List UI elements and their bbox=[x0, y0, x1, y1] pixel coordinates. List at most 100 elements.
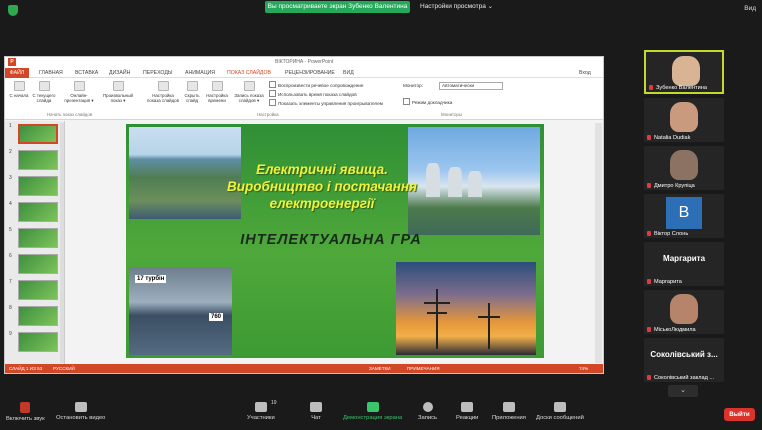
avatar: В bbox=[666, 197, 702, 229]
slide-thumbnail[interactable]: 6 bbox=[9, 253, 63, 275]
hydro-station-photo: 17 турбін 760 bbox=[129, 267, 232, 355]
slide-thumbnail[interactable]: 5 bbox=[9, 227, 63, 249]
meeting-toolbar: Включить звук Остановить видео Участники… bbox=[0, 398, 762, 430]
group-monitors-label: Мониторы bbox=[441, 112, 463, 117]
participant-tile[interactable]: Зубенко Валентина bbox=[644, 50, 724, 94]
view-button[interactable]: Вид bbox=[744, 5, 756, 12]
power-lines-photo bbox=[396, 262, 536, 355]
reactions-icon bbox=[461, 402, 474, 412]
apps-icon bbox=[502, 402, 515, 412]
hide-slide-button[interactable]: Скрыть слайд bbox=[181, 81, 203, 103]
slide-scrollbar[interactable] bbox=[595, 123, 602, 363]
zoom-meeting-window: Вы просматриваете экран Зубенко Валентин… bbox=[0, 0, 762, 430]
custom-show-icon bbox=[112, 81, 124, 91]
from-current-button[interactable]: С текущего слайда bbox=[31, 81, 57, 103]
chat-button[interactable]: Чат bbox=[310, 402, 322, 421]
tab-transitions[interactable]: ПЕРЕХОДЫ bbox=[143, 70, 172, 76]
participant-tile[interactable]: МіськоЛюдмила bbox=[644, 290, 724, 334]
tab-file[interactable]: ФАЙЛ bbox=[5, 68, 29, 78]
thumbnails-scrollbar[interactable] bbox=[60, 123, 64, 363]
participant-tile[interactable]: Маргарита Маргарита bbox=[644, 242, 724, 286]
language-indicator: РУССКИЙ bbox=[53, 366, 75, 371]
tab-review[interactable]: РЕЦЕНЗИРОВАНИЕ bbox=[285, 70, 335, 76]
slide-subtitle: ІНТЕЛЕКТУАЛЬНА ГРА bbox=[240, 232, 422, 248]
comments-button[interactable]: ПРИМЕЧАНИЯ bbox=[407, 364, 440, 373]
ppt-title-bar: P ВІКТОРИНА - PowerPoint bbox=[5, 57, 603, 68]
participant-photo bbox=[670, 294, 698, 324]
record-icon bbox=[243, 81, 255, 91]
tab-insert[interactable]: ВСТАВКА bbox=[75, 70, 98, 76]
presenter-view-checkbox[interactable]: Режим докладчика bbox=[403, 98, 452, 105]
from-start-button[interactable]: С начала bbox=[9, 81, 29, 98]
screen-share-banner: Вы просматриваете экран Зубенко Валентин… bbox=[265, 1, 410, 13]
play-current-icon bbox=[38, 81, 50, 91]
unmute-button[interactable]: Включить звук bbox=[6, 402, 45, 422]
participant-tile[interactable]: Соколівський з... Соколівський заклад ..… bbox=[644, 338, 724, 382]
participant-photo bbox=[670, 102, 698, 132]
tab-animation[interactable]: АНИМАЦИЯ bbox=[185, 70, 215, 76]
share-screen-icon bbox=[366, 402, 379, 412]
reactions-button[interactable]: Реакции bbox=[456, 402, 478, 421]
stop-video-button[interactable]: Остановить видео bbox=[56, 402, 105, 421]
hide-slide-icon bbox=[186, 81, 198, 91]
timer-icon bbox=[211, 81, 223, 91]
setup-icon bbox=[157, 81, 169, 91]
participants-count: 19 bbox=[271, 400, 277, 406]
zoom-level[interactable]: 74% bbox=[579, 364, 588, 373]
slide-title: Електричні явища. Виробництво і постачан… bbox=[227, 162, 417, 211]
apps-button[interactable]: Приложения bbox=[492, 402, 526, 421]
notes-button[interactable]: ЗАМЕТКИ bbox=[369, 364, 391, 373]
participants-icon bbox=[254, 402, 267, 412]
signin-link[interactable]: Вход bbox=[579, 70, 591, 76]
rehearse-timings-button[interactable]: Настройка времени bbox=[203, 81, 231, 103]
online-present-button[interactable]: Онлайн-презентация ▾ bbox=[63, 81, 95, 103]
more-participants-chevron-icon[interactable]: ⌄ bbox=[668, 385, 698, 397]
slide-thumbnail[interactable]: 8 bbox=[9, 305, 63, 327]
monitor-label: Монитор: bbox=[403, 83, 423, 88]
security-shield-icon[interactable] bbox=[8, 5, 18, 16]
slide-thumbnail[interactable]: 3 bbox=[9, 175, 63, 197]
powerpoint-logo-icon: P bbox=[8, 58, 16, 66]
participant-name-display: Соколівський з... bbox=[650, 350, 718, 359]
mic-muted-icon bbox=[20, 402, 31, 413]
globe-icon bbox=[73, 81, 85, 91]
tab-design[interactable]: ДИЗАЙН bbox=[109, 70, 130, 76]
share-screen-button[interactable]: Демонстрация экрана bbox=[343, 402, 402, 421]
narration-checkbox[interactable]: Воспроизвести речевое сопровождение bbox=[269, 81, 363, 88]
slide-thumbnail[interactable]: 1 bbox=[9, 123, 63, 145]
participant-tile[interactable]: Natalia Dudiak bbox=[644, 98, 724, 142]
tab-slide-show[interactable]: ПОКАЗ СЛАЙДОВ bbox=[227, 70, 271, 76]
leave-button[interactable]: Выйти bbox=[724, 408, 755, 421]
record-icon bbox=[422, 402, 433, 412]
current-slide[interactable]: 17 турбін 760 Електричні явища. Виробниц… bbox=[126, 124, 544, 358]
participant-name-display: Маргарита bbox=[662, 254, 706, 263]
ppt-status-bar: СЛАЙД 1 ИЗ 53 РУССКИЙ ЗАМЕТКИ ПРИМЕЧАНИЯ… bbox=[5, 364, 603, 373]
custom-show-button[interactable]: Произвольный показ ▾ bbox=[99, 81, 137, 103]
record-show-button[interactable]: Запись показа слайдов ▾ bbox=[231, 81, 267, 103]
slide-thumbnail[interactable]: 9 bbox=[9, 331, 63, 353]
ppt-window-title: ВІКТОРИНА - PowerPoint bbox=[275, 59, 334, 65]
turbines-badge: 17 турбін bbox=[135, 275, 167, 283]
timings-checkbox[interactable]: Использовать время показа слайдов bbox=[269, 90, 357, 97]
participant-tile[interactable]: Дмитро Крупіца bbox=[644, 146, 724, 190]
tab-view[interactable]: ВИД bbox=[343, 70, 354, 76]
value-badge: 760 bbox=[209, 313, 224, 321]
record-button[interactable]: Запись bbox=[418, 402, 437, 421]
slide-thumbnails-pane[interactable]: 1 2 3 4 5 6 7 8 9 bbox=[5, 121, 65, 365]
slide-thumbnail[interactable]: 4 bbox=[9, 201, 63, 223]
view-options-button[interactable]: Настройки просмотра ⌄ bbox=[420, 1, 493, 13]
power-plant-photo bbox=[408, 127, 540, 235]
whiteboard-icon bbox=[553, 402, 566, 412]
participant-photo bbox=[672, 56, 700, 86]
participant-tile[interactable]: В Віктор Слонь bbox=[644, 194, 724, 238]
ppt-ribbon-tabs: ФАЙЛ ГЛАВНАЯ ВСТАВКА ДИЗАЙН ПЕРЕХОДЫ АНИ… bbox=[5, 68, 603, 78]
tab-home[interactable]: ГЛАВНАЯ bbox=[39, 70, 63, 76]
whiteboards-button[interactable]: Доски сообщений bbox=[536, 402, 584, 421]
group-start-label: Начать показ слайдов bbox=[47, 112, 93, 117]
powerpoint-window: P ВІКТОРИНА - PowerPoint ФАЙЛ ГЛАВНАЯ ВС… bbox=[4, 56, 604, 374]
slide-thumbnail[interactable]: 7 bbox=[9, 279, 63, 301]
media-controls-checkbox[interactable]: Показать элементы управления проигрывате… bbox=[269, 99, 383, 106]
setup-show-button[interactable]: Настройка показа слайдов bbox=[145, 81, 181, 103]
slide-thumbnail[interactable]: 2 bbox=[9, 149, 63, 171]
monitor-select[interactable]: Автоматически bbox=[439, 82, 503, 90]
